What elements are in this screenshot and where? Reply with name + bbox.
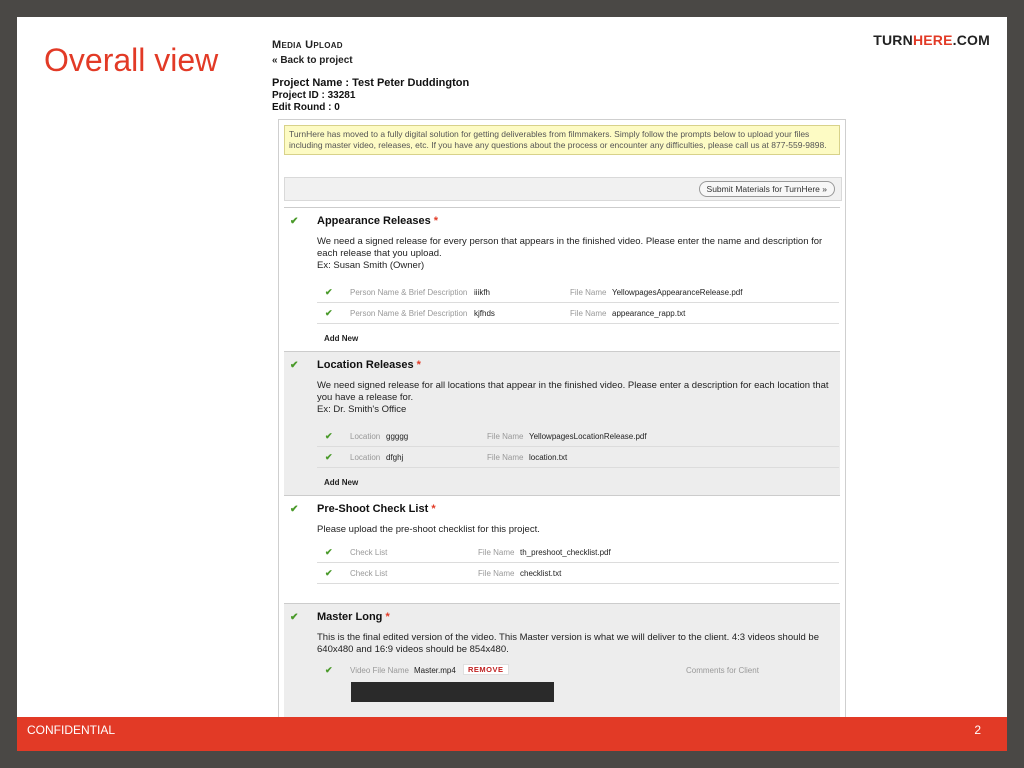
slide: Overall view TURNHERE.COM Media Upload «…: [17, 17, 1007, 751]
section-title: Pre-Shoot Check List *: [317, 503, 436, 515]
check-icon: ✔: [290, 504, 299, 515]
location-value: dfghj: [386, 453, 404, 462]
location-value: ggggg: [386, 432, 409, 441]
section-description: Please upload the pre-shoot checklist fo…: [317, 524, 540, 535]
brand-text-here: HERE: [912, 32, 953, 48]
check-icon: ✔: [325, 665, 333, 675]
brand-text-turn: TURN: [873, 32, 913, 48]
remove-button[interactable]: REMOVE: [463, 664, 509, 675]
file-name[interactable]: YellowpagesLocationRelease.pdf: [529, 432, 647, 441]
upload-panel: TurnHere has moved to a fully digital so…: [278, 119, 846, 717]
video-file-label: Video File Name: [350, 666, 409, 675]
list-item: ✔ Video File Name Master.mp4 REMOVE Comm…: [317, 660, 839, 680]
section-title-text: Master Long: [317, 611, 383, 623]
file-name[interactable]: checklist.txt: [520, 569, 561, 578]
add-new-appearance-link[interactable]: Add New: [324, 334, 358, 343]
brand-logo: TURNHERE.COM: [873, 32, 990, 48]
section-title-text: Pre-Shoot Check List: [317, 503, 429, 515]
list-item: ✔ Person Name & Brief Description iiikfh…: [317, 282, 839, 303]
check-icon: ✔: [290, 216, 299, 227]
list-item: ✔ Location ggggg File Name YellowpagesLo…: [317, 426, 839, 447]
brand-text-com: .COM: [952, 32, 990, 48]
file-label: File Name: [487, 453, 524, 462]
section-pre-shoot-checklist: ✔ Pre-Shoot Check List * Please upload t…: [284, 495, 840, 604]
section-title: Appearance Releases *: [317, 215, 438, 227]
person-value: kjfhds: [474, 309, 495, 318]
section-title-text: Appearance Releases: [317, 215, 431, 227]
section-title: Location Releases *: [317, 359, 421, 371]
required-marker: *: [433, 215, 439, 227]
file-label: File Name: [570, 288, 607, 297]
section-example: Ex: Susan Smith (Owner): [317, 260, 425, 271]
check-icon: ✔: [290, 612, 299, 623]
section-title: Master Long *: [317, 611, 390, 623]
person-label: Person Name & Brief Description: [350, 288, 468, 297]
page-number: 2: [974, 723, 981, 737]
back-to-project-link[interactable]: « Back to project: [272, 55, 852, 66]
check-icon: ✔: [325, 452, 333, 462]
file-name[interactable]: th_preshoot_checklist.pdf: [520, 548, 611, 557]
project-id: Project ID : 33281: [272, 90, 356, 101]
file-label: File Name: [478, 548, 515, 557]
project-name: Project Name : Test Peter Duddington: [272, 77, 470, 89]
checklist-label: Check List: [350, 548, 388, 557]
file-label: File Name: [487, 432, 524, 441]
media-upload-title: Media Upload: [272, 39, 343, 51]
video-file-name: Master.mp4: [414, 666, 456, 675]
comments-label: Comments for Client: [686, 666, 759, 675]
section-location-releases: ✔ Location Releases * We need signed rel…: [284, 351, 840, 496]
edit-round: Edit Round : 0: [272, 102, 340, 113]
file-label: File Name: [478, 569, 515, 578]
list-item: ✔ Person Name & Brief Description kjfhds…: [317, 303, 839, 324]
section-description: We need a signed release for every perso…: [317, 236, 823, 259]
confidential-label: CONFIDENTIAL: [27, 723, 116, 737]
file-name[interactable]: location.txt: [529, 453, 567, 462]
location-label: Location: [350, 432, 381, 441]
section-appearance-releases: ✔ Appearance Releases * We need a signed…: [284, 207, 840, 352]
check-icon: ✔: [325, 308, 333, 318]
submit-bar: Submit Materials for TurnHere »: [284, 177, 842, 201]
checklist-label: Check List: [350, 569, 388, 578]
section-example: Ex: Dr. Smith's Office: [317, 404, 407, 415]
section-master-long: ✔ Master Long * This is the final edited…: [284, 603, 840, 717]
location-label: Location: [350, 453, 381, 462]
person-value: iiikfh: [474, 288, 491, 297]
footer-bar: CONFIDENTIAL 2: [17, 717, 1007, 751]
slide-title: Overall view: [44, 42, 219, 78]
section-title-text: Location Releases: [317, 359, 414, 371]
list-item: ✔ Check List File Name th_preshoot_check…: [317, 542, 839, 563]
check-icon: ✔: [325, 287, 333, 297]
submit-materials-button[interactable]: Submit Materials for TurnHere »: [698, 181, 835, 197]
file-name[interactable]: YellowpagesAppearanceRelease.pdf: [612, 288, 742, 297]
media-upload-screenshot: Media Upload « Back to project Project N…: [272, 39, 852, 717]
check-icon: ✔: [325, 431, 333, 441]
required-marker: *: [385, 611, 390, 623]
notice-box: TurnHere has moved to a fully digital so…: [284, 125, 840, 155]
check-icon: ✔: [325, 547, 333, 557]
required-marker: *: [431, 503, 436, 515]
required-marker: *: [416, 359, 421, 371]
section-description: We need signed release for all locations…: [317, 380, 829, 403]
add-new-location-link[interactable]: Add New: [324, 478, 358, 487]
file-label: File Name: [570, 309, 607, 318]
section-description: This is the final edited version of the …: [317, 632, 819, 655]
list-item: ✔ Location dfghj File Name location.txt: [317, 447, 839, 468]
list-item: ✔ Check List File Name checklist.txt: [317, 563, 839, 584]
check-icon: ✔: [290, 360, 299, 371]
file-name[interactable]: appearance_rapp.txt: [612, 309, 685, 318]
check-icon: ✔: [325, 568, 333, 578]
person-label: Person Name & Brief Description: [350, 309, 468, 318]
video-player[interactable]: [351, 682, 554, 702]
